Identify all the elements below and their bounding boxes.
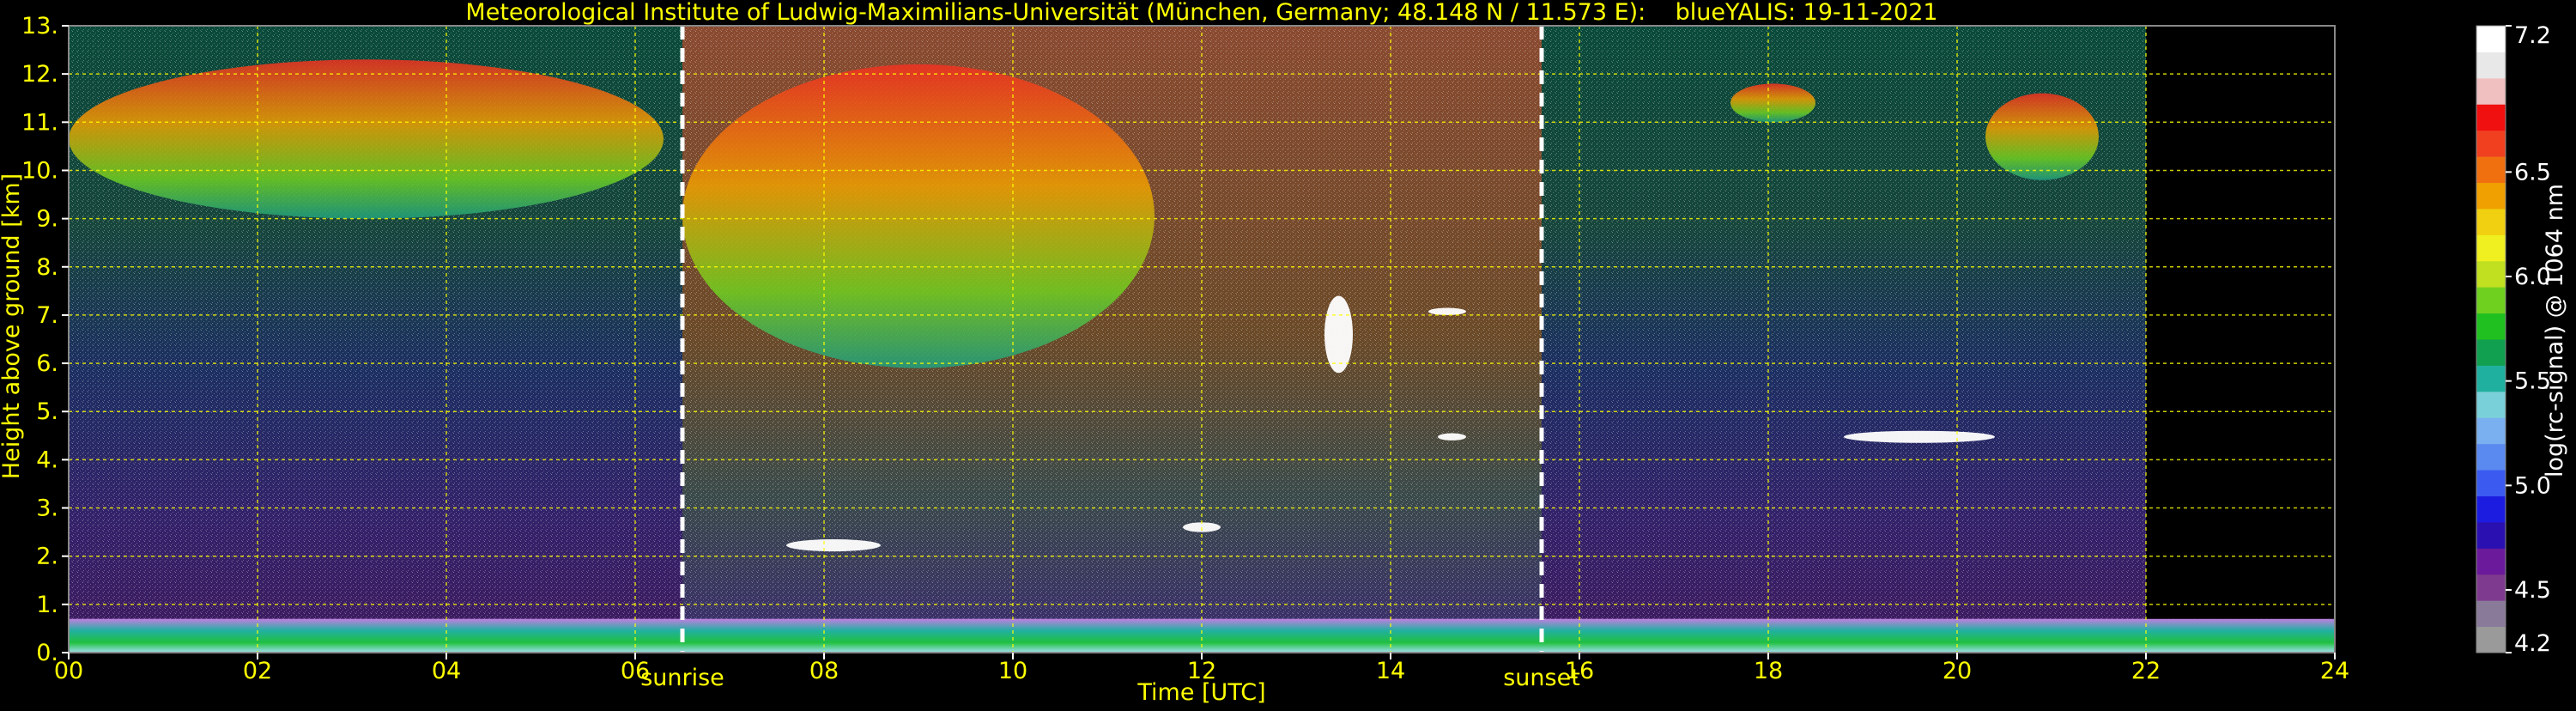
x-tick-label: 24 — [2320, 658, 2349, 684]
cirrus-feature — [1730, 83, 1815, 123]
colorbar-segment — [2476, 287, 2506, 314]
colorbar-tick-label: 4.5 — [2514, 577, 2551, 604]
colorbar: 4.24.55.05.56.06.57.2 — [2476, 22, 2551, 657]
y-tick-label: 10. — [21, 157, 58, 184]
colorbar-label: log(rc-signal) @ 1064 nm — [2542, 184, 2568, 477]
no-data-region — [2146, 26, 2335, 619]
x-tick-label: 14 — [1376, 658, 1405, 684]
y-tick-label: 8. — [36, 254, 58, 281]
colorbar-segment — [2476, 104, 2506, 131]
x-tick-label: 18 — [1754, 658, 1783, 684]
colorbar-segment — [2476, 521, 2506, 549]
colorbar-tick-label: 6.5 — [2514, 159, 2551, 185]
colorbar-segment — [2476, 626, 2506, 653]
colorbar-segment — [2476, 260, 2506, 288]
colorbar-segment — [2476, 548, 2506, 575]
cirrus-feature — [682, 64, 1155, 368]
colorbar-tick-label: 4.2 — [2514, 630, 2551, 657]
colorbar-segment — [2476, 495, 2506, 523]
chart-title: Meteorological Institute of Ludwig-Maxim… — [465, 0, 1937, 26]
x-tick-label: 08 — [809, 658, 839, 684]
colorbar-segment — [2476, 339, 2506, 366]
colorbar-segment — [2476, 600, 2506, 628]
cloud-feature — [1324, 295, 1353, 374]
x-tick-label: 20 — [1943, 658, 1972, 684]
colorbar-segment — [2476, 391, 2506, 418]
y-tick-label: 13. — [21, 13, 58, 40]
colorbar-segment — [2476, 52, 2506, 79]
x-tick-label: 06 — [621, 658, 650, 684]
colorbar-segment — [2476, 208, 2506, 235]
cloud-feature — [1844, 430, 1995, 443]
x-tick-label: 10 — [998, 658, 1027, 684]
y-tick-label: 7. — [36, 302, 58, 329]
y-tick-label: 4. — [36, 447, 58, 473]
colorbar-segment — [2476, 130, 2506, 157]
cloud-feature — [1428, 307, 1466, 315]
cirrus-feature — [69, 59, 664, 219]
y-axis-label: Height above ground [km] — [0, 173, 25, 479]
colorbar-segment — [2476, 574, 2506, 601]
colorbar-segment — [2476, 156, 2506, 183]
y-tick-label: 1. — [36, 592, 58, 618]
colorbar-segment — [2476, 313, 2506, 340]
y-tick-label: 2. — [36, 544, 58, 570]
colorbar-segment — [2476, 26, 2506, 52]
y-tick-label: 0. — [36, 640, 58, 666]
event-label-sunrise: sunrise — [640, 665, 724, 691]
chart-svg: sunrise sunset 00 02 04 06 08 10 12 14 16 18 20 22 24… — [0, 0, 2568, 706]
colorbar-segment — [2476, 443, 2506, 471]
colorbar-tick-label: 7.2 — [2514, 22, 2551, 49]
x-tick-label: 16 — [1565, 658, 1594, 684]
x-tick-label: 02 — [243, 658, 272, 684]
cloud-feature — [786, 539, 881, 552]
x-axis-label: Time [UTC] — [1136, 679, 1265, 706]
y-tick-label: 11. — [21, 109, 58, 136]
colorbar-segment — [2476, 417, 2506, 445]
y-tick-label: 9. — [36, 206, 58, 233]
y-tick-label: 5. — [36, 398, 58, 425]
y-tick-label: 12. — [21, 61, 58, 88]
x-tick-label: 04 — [432, 658, 461, 684]
lidar-quicklook: sunrise sunset 00 02 04 06 08 10 12 14 16 18 20 22 24… — [0, 0, 2576, 708]
cloud-feature — [1438, 433, 1466, 441]
x-tick-label: 22 — [2131, 658, 2161, 684]
colorbar-segment — [2476, 77, 2506, 105]
colorbar-segment — [2476, 234, 2506, 262]
colorbar-segment — [2476, 365, 2506, 392]
colorbar-segment — [2476, 182, 2506, 210]
y-tick-label: 3. — [36, 495, 58, 522]
colorbar-segment — [2476, 470, 2506, 496]
y-tick-label: 6. — [36, 350, 58, 377]
cirrus-feature — [1985, 93, 2099, 180]
